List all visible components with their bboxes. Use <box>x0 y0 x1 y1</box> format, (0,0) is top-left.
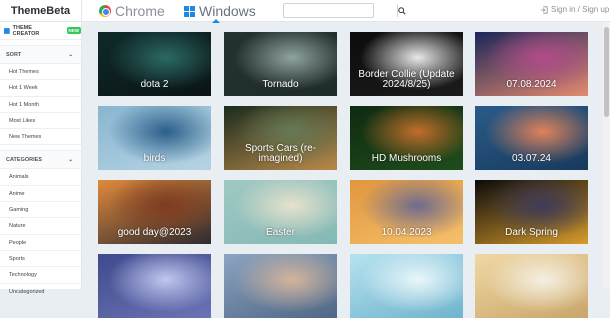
theme-card-label: Sports Cars (re-imagined) <box>244 143 317 164</box>
theme-card[interactable]: good day@2023 <box>98 180 211 244</box>
category-item[interactable]: People <box>0 235 81 251</box>
sort-list: Hot Themes Hot 1 Week Hot 1 Month Most L… <box>0 64 81 146</box>
search-box <box>283 3 406 18</box>
category-item[interactable]: Nature <box>0 218 81 235</box>
theme-card-label: birds <box>143 153 166 164</box>
theme-card[interactable]: dota 2 <box>98 32 211 96</box>
sort-title: SORT <box>6 51 22 58</box>
tab-windows[interactable]: Windows <box>184 0 256 23</box>
search-input[interactable] <box>284 4 397 17</box>
login-icon <box>540 5 548 14</box>
search-icon <box>398 6 406 15</box>
theme-card[interactable]: 03.07.24 <box>475 106 588 170</box>
category-item[interactable]: Sports <box>0 251 81 268</box>
theme-card-label: good day@2023 <box>117 227 192 238</box>
signin-label: Sign in / Sign up <box>551 5 610 14</box>
theme-card-label: Tornado <box>262 79 299 90</box>
theme-card[interactable]: Sports Cars (re-imagined) <box>224 106 337 170</box>
sort-section-header[interactable]: SORT ⌄ <box>0 46 81 64</box>
sort-item[interactable]: Hot 1 Month <box>0 97 81 113</box>
theme-card[interactable]: birds <box>98 106 211 170</box>
category-list: Animals Anime Gaming Nature People Sport… <box>0 169 81 300</box>
categories-section-header[interactable]: CATEGORIES ⌄ <box>0 151 81 170</box>
theme-card[interactable] <box>98 254 211 318</box>
chevron-down-icon: ⌄ <box>68 156 73 163</box>
theme-creator-label: THEME CREATOR <box>12 24 40 37</box>
search-button[interactable] <box>397 4 406 17</box>
theme-card[interactable] <box>475 254 588 318</box>
windows-icon <box>184 5 195 17</box>
theme-card[interactable]: HD Mushrooms <box>350 106 463 170</box>
active-tab-indicator <box>212 19 220 23</box>
theme-card[interactable]: 10.04.2023 <box>350 180 463 244</box>
page-scrollbar[interactable] <box>603 22 610 289</box>
category-item[interactable]: Technology <box>0 267 81 284</box>
theme-card-label: Border Collie (Update 2024/8/25) <box>358 69 455 90</box>
site-logo[interactable]: ThemeBeta <box>0 0 82 22</box>
tab-windows-label: Windows <box>199 3 256 19</box>
palette-icon <box>4 27 10 34</box>
tab-chrome[interactable]: Chrome <box>99 0 165 22</box>
new-badge: NEW <box>66 27 81 34</box>
category-item[interactable]: Anime <box>0 186 81 203</box>
sort-item[interactable]: Hot 1 Week <box>0 80 81 97</box>
categories-title: CATEGORIES <box>6 156 42 163</box>
theme-card-label: Dark Spring <box>505 227 558 238</box>
theme-card-label: Easter <box>266 227 295 238</box>
theme-card-label: HD Mushrooms <box>371 153 442 164</box>
tab-chrome-label: Chrome <box>115 3 165 19</box>
category-item[interactable]: Uncategorized <box>0 284 81 300</box>
signin-link[interactable]: Sign in / Sign up <box>540 5 609 14</box>
theme-creator-link[interactable]: THEME CREATOR NEW <box>0 22 81 40</box>
theme-card-label: 10.04.2023 <box>381 227 432 238</box>
theme-card-label: dota 2 <box>140 79 169 90</box>
theme-card-label: 03.07.24 <box>512 153 551 164</box>
theme-card[interactable] <box>224 254 337 318</box>
theme-card-label: 07.08.2024 <box>506 79 557 90</box>
sort-item[interactable]: Hot Themes <box>0 64 81 81</box>
chrome-icon <box>99 5 111 17</box>
theme-card[interactable]: Border Collie (Update 2024/8/25) <box>350 32 463 96</box>
scrollbar-thumb[interactable] <box>604 27 609 117</box>
category-item[interactable]: Animals <box>0 169 81 186</box>
sort-item[interactable]: Most Likes <box>0 113 81 130</box>
sidebar: THEME CREATOR NEW SORT ⌄ Hot Themes Hot … <box>0 22 82 300</box>
theme-card[interactable]: 07.08.2024 <box>475 32 588 96</box>
theme-card[interactable] <box>350 254 463 318</box>
theme-card[interactable]: Easter <box>224 180 337 244</box>
top-header: ThemeBeta Chrome Windows Sign in / Sign … <box>0 0 610 23</box>
category-item[interactable]: Gaming <box>0 202 81 219</box>
sort-item[interactable]: New Themes <box>0 129 81 146</box>
theme-card[interactable]: Dark Spring <box>475 180 588 244</box>
theme-card[interactable]: Tornado <box>224 32 337 96</box>
chevron-down-icon: ⌄ <box>68 51 73 58</box>
